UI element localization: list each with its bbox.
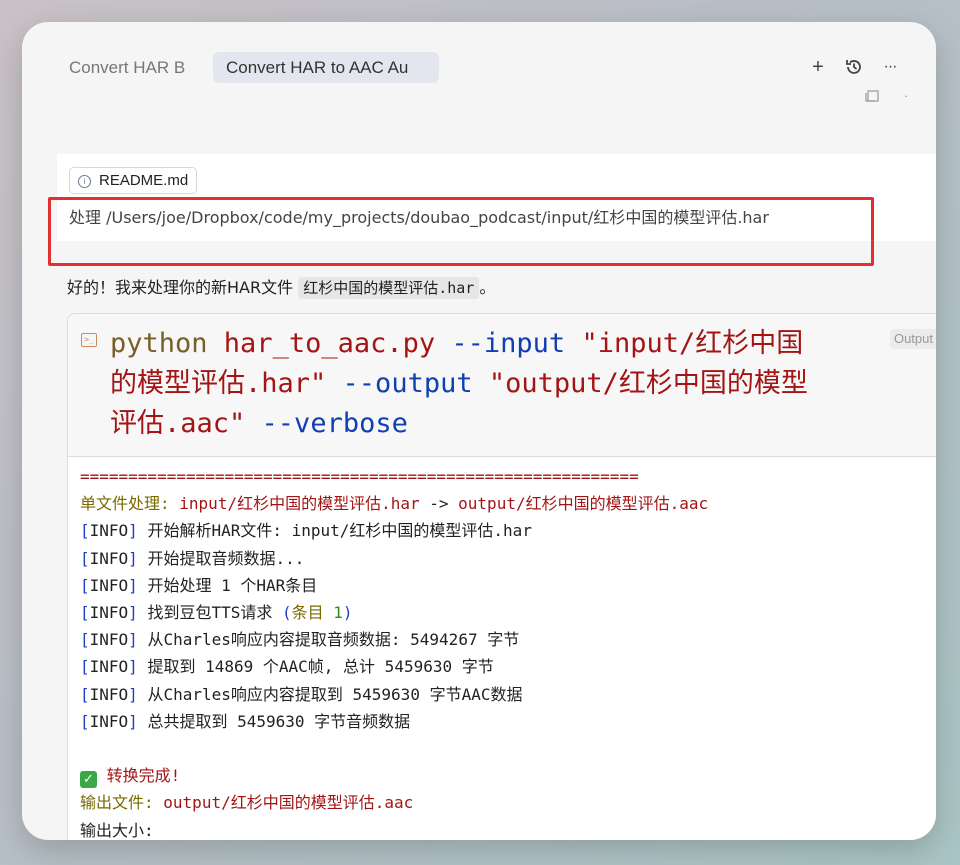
output-file-line: 输出文件: output/红杉中国的模型评估.aac (80, 793, 414, 813)
log-line: [INFO] 总共提取到 5459630 字节音频数据 (80, 711, 411, 731)
terminal-output: ========================================… (68, 457, 936, 840)
log-line: [INFO] 从Charles响应内容提取到 5459630 字节AAC数据 (80, 684, 523, 704)
tab-convert-har-b[interactable]: Convert HAR B (69, 52, 197, 83)
log-line: [INFO] 开始处理 1 个HAR条目 (80, 575, 318, 595)
reply-text: 好的！我来处理你的新HAR文件 (67, 278, 299, 297)
log-line: [INFO] 找到豆包TTS请求 (条目 1) (80, 603, 353, 623)
partial-line: 输出大小: (80, 820, 164, 840)
more-icon[interactable]: ··· (878, 54, 902, 80)
dot-icon[interactable]: · (904, 88, 908, 103)
log-line: [INFO] 从Charles响应内容提取音频数据: 5494267 字节 (80, 630, 520, 650)
reply-suffix: 。 (479, 278, 496, 297)
highlight-box (48, 197, 874, 266)
command-card: >_ python har_to_aac.py --input "input/红… (67, 313, 936, 840)
info-icon: i (78, 175, 91, 188)
copy-icon[interactable] (865, 90, 879, 105)
reply-filename: 红杉中国的模型评估.har (298, 277, 480, 299)
done-line: ✓ 转换完成! (80, 766, 180, 789)
output-badge[interactable]: Output (889, 329, 936, 349)
assistant-reply: 好的！我来处理你的新HAR文件 红杉中国的模型评估.har。 (67, 274, 496, 299)
log-line: [INFO] 开始解析HAR文件: input/红杉中国的模型评估.har (80, 521, 532, 541)
single-file-line: 单文件处理: input/红杉中国的模型评估.har -> output/红杉中… (80, 494, 709, 514)
tab-convert-har-to-aac[interactable]: Convert HAR to AAC Au (213, 52, 439, 83)
log-line: [INFO] 开始提取音频数据... (80, 548, 305, 568)
separator-line: ========================================… (80, 467, 639, 486)
attachment-chip[interactable]: i README.md (69, 167, 198, 194)
terminal-icon: >_ (81, 333, 97, 347)
app-window: Convert HAR B Convert HAR to AAC Au + ··… (22, 22, 936, 840)
plus-icon[interactable]: + (806, 54, 830, 80)
command-text: python har_to_aac.py --input "input/红杉中国… (110, 328, 808, 439)
log-line: [INFO] 提取到 14869 个AAC帧, 总计 5459630 字节 (80, 657, 494, 677)
history-icon[interactable] (842, 54, 866, 80)
command-header: >_ python har_to_aac.py --input "input/红… (68, 314, 936, 457)
attachment-label: README.md (99, 172, 189, 189)
check-icon: ✓ (80, 771, 97, 789)
